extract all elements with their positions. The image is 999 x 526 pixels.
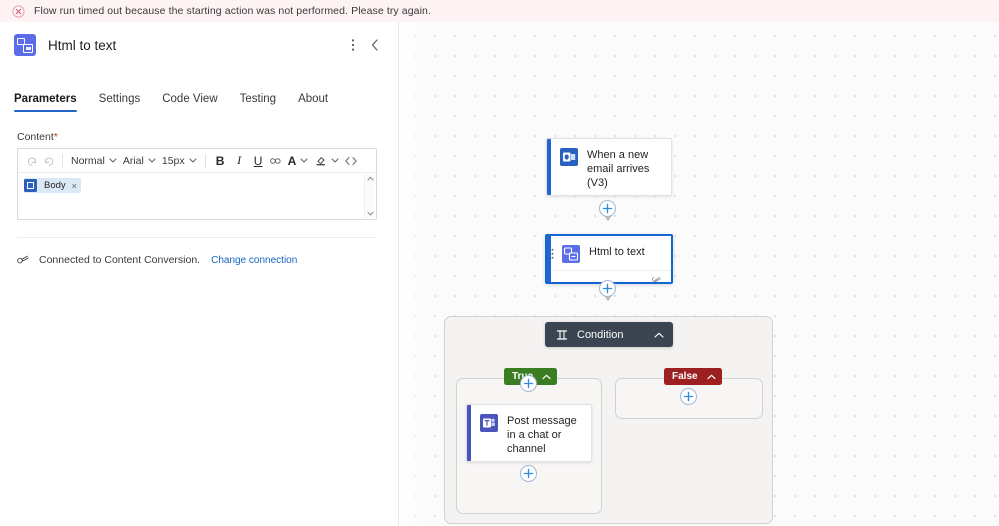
underline-button[interactable]: U [249,151,268,171]
bold-button[interactable]: B [211,151,230,171]
drag-handle[interactable] [551,248,554,260]
close-icon[interactable]: × [72,181,77,191]
outlook-icon [560,148,578,166]
error-message: Flow run timed out because the starting … [34,5,432,17]
flow-canvas[interactable]: When a new email arrives (V3) Html to te… [399,22,999,526]
scroll-down-arrow[interactable] [367,211,374,216]
plus-icon [683,391,694,402]
chevron-down-icon [109,158,117,163]
node-title: Html to text [589,246,645,258]
plus-icon [523,378,534,389]
node-main-row: Post message in a chat or channel [467,405,591,461]
action-details-panel: Html to text Parameters Settings Code Vi… [0,22,399,526]
html-to-text-icon [562,245,580,263]
rich-text-editor[interactable]: Normal Arial 15px B I U A Body × [17,148,377,220]
editor-toolbar: Normal Arial 15px B I U A [18,149,376,173]
font-size-select[interactable]: 15px [159,151,200,171]
plus-icon [602,203,613,214]
tab-code-view[interactable]: Code View [162,93,217,112]
condition-icon [556,329,568,341]
chevron-down-icon [331,158,339,163]
toolbar-divider-2 [204,153,206,168]
chevron-up-icon[interactable] [707,374,716,380]
paragraph-style-select[interactable]: Normal [68,151,120,171]
font-family-select[interactable]: Arial [120,151,159,171]
panel-tabs: Parameters Settings Code View Testing Ab… [0,82,398,112]
link-icon[interactable] [268,151,285,171]
editor-scrollbar[interactable] [364,174,375,218]
html-to-text-icon [14,34,36,56]
more-vertical-icon[interactable] [342,33,364,57]
token-label: Body [44,180,66,191]
connection-status-text: Connected to Content Conversion. [39,254,201,266]
add-step-button-true-2[interactable] [520,465,537,482]
chevron-down-icon [300,158,308,163]
chevron-up-icon[interactable] [542,374,551,380]
connection-status-row: Connected to Content Conversion. Change … [0,254,398,266]
font-size-value: 15px [161,154,185,167]
redo-icon[interactable] [40,151,57,171]
toolbar-divider-1 [62,153,63,168]
plus-icon [602,283,613,294]
node-main-row: Html to text [547,236,671,270]
page-title: Html to text [48,37,117,53]
panel-divider [17,237,377,238]
node-accent-bar [547,139,551,195]
required-marker: * [53,131,58,143]
highlight-icon[interactable] [311,151,342,171]
plus-icon [523,468,534,479]
flow-node-html-to-text[interactable]: Html to text [545,234,673,284]
chevron-down-icon [189,158,197,163]
flow-node-trigger[interactable]: When a new email arrives (V3) [546,138,672,196]
add-step-button-2[interactable] [599,280,616,297]
tab-testing[interactable]: Testing [240,93,276,112]
font-family-value: Arial [122,154,144,167]
condition-node-header[interactable]: Condition [545,322,673,347]
dynamic-content-token[interactable]: Body × [24,178,81,193]
node-title: Post message in a chat or channel [507,415,577,455]
tab-settings[interactable]: Settings [99,93,141,112]
chevron-down-icon [148,158,156,163]
plug-icon [17,254,31,266]
node-accent-bar [467,405,471,461]
chevron-up-icon[interactable] [654,332,664,338]
content-field: Content* Normal Arial 15px B I U A Body … [0,131,398,220]
font-color-letter: A [287,153,297,168]
editor-content-area[interactable]: Body × [18,173,376,219]
teams-icon [480,414,498,432]
tab-about[interactable]: About [298,93,328,112]
add-step-button-false[interactable] [680,388,697,405]
change-connection-link[interactable]: Change connection [211,255,297,266]
flow-node-post-message[interactable]: Post message in a chat or channel [466,404,592,462]
panel-header: Html to text [0,22,398,68]
add-step-button-1[interactable] [599,200,616,217]
branch-label-false[interactable]: False [664,368,722,385]
link-icon[interactable] [651,275,663,282]
scroll-up-arrow[interactable] [367,176,374,181]
condition-title: Condition [577,328,624,341]
add-step-button-true[interactable] [520,375,537,392]
code-brackets-icon[interactable] [342,151,359,171]
error-banner: Flow run timed out because the starting … [0,0,999,22]
undo-icon[interactable] [23,151,40,171]
content-label-text: Content [17,131,54,143]
node-title: When a new email arrives (V3) [587,149,650,189]
font-color-button[interactable]: A [285,151,312,171]
node-main-row: When a new email arrives (V3) [547,139,671,195]
outlook-icon [24,179,37,192]
content-field-label: Content* [17,131,377,143]
chevron-left-icon[interactable] [364,33,386,57]
italic-button[interactable]: I [230,151,249,171]
branch-label-text: False [672,371,698,382]
tab-parameters[interactable]: Parameters [14,93,77,112]
paragraph-style-value: Normal [71,154,105,167]
error-circle-icon [12,4,25,18]
